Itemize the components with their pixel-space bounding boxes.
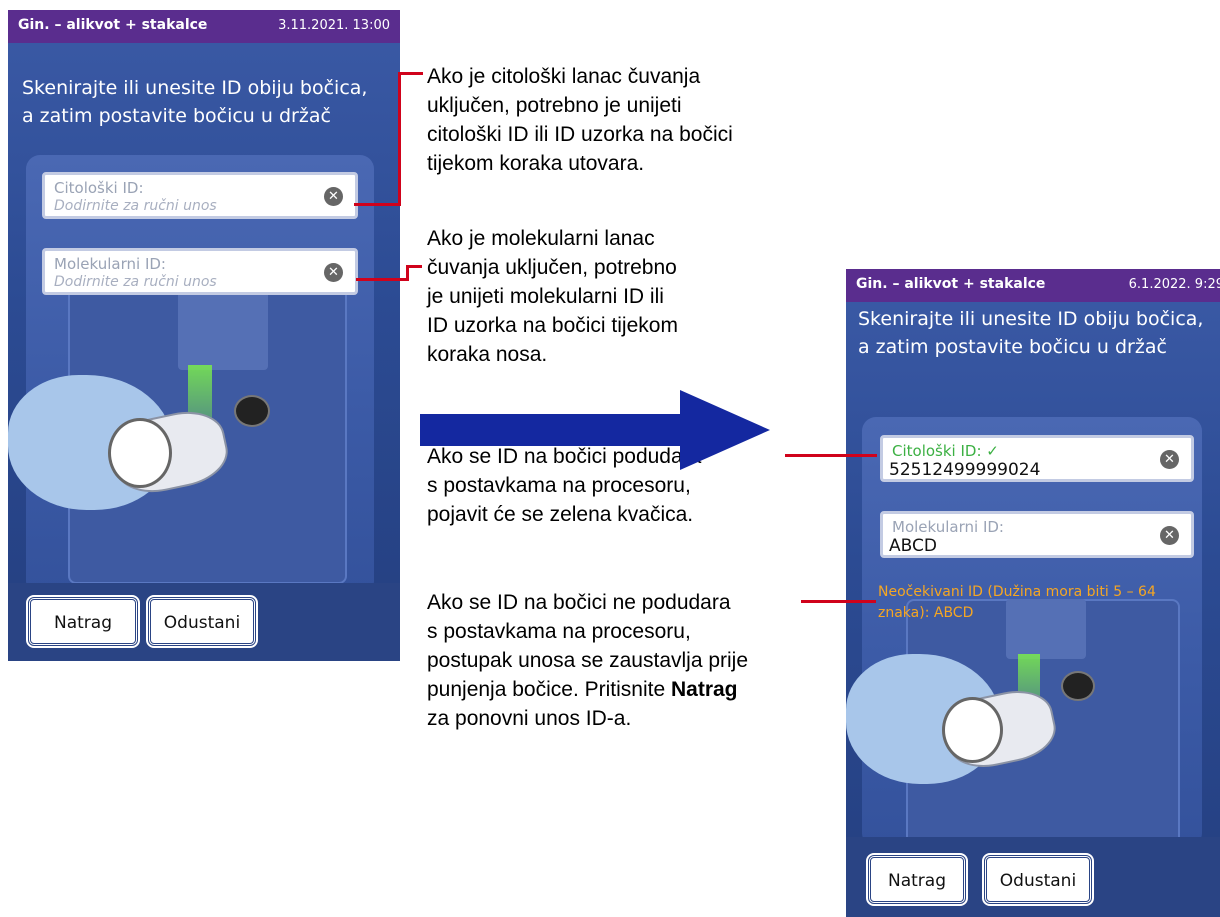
molecular-id-value: ABCD bbox=[889, 536, 937, 556]
instruction-text: Skenirajte ili unesite ID obiju bočica, … bbox=[22, 74, 392, 130]
callout-molecular-chain: Ako je molekularni lanac čuvanja uključe… bbox=[427, 224, 678, 369]
clear-icon[interactable]: ✕ bbox=[324, 263, 343, 282]
molecular-id-label: Molekularni ID: bbox=[54, 255, 166, 273]
cancel-button[interactable]: Odustani bbox=[146, 595, 258, 648]
bottom-bar: Natrag Odustani bbox=[8, 583, 400, 661]
vial-socket bbox=[234, 395, 270, 427]
vial-cap bbox=[108, 418, 172, 488]
callout-line: Ako se ID na bočici ne podudara bbox=[427, 591, 731, 614]
cytology-id-field[interactable]: Citološki ID: ✓ 52512499999024 ✕ bbox=[880, 435, 1194, 482]
title-bar: Gin. – alikvot + stakalce 6.1.2022. 9:29 bbox=[846, 269, 1220, 302]
connector-line bbox=[398, 72, 423, 75]
instruction-line-1: Skenirajte ili unesite ID obiju bočica, bbox=[22, 77, 368, 99]
callout-line: tijekom koraka utovara. bbox=[427, 152, 645, 175]
callout-line: je unijeti molekularni ID ili bbox=[427, 285, 664, 308]
connector-line bbox=[801, 600, 876, 603]
callout-line: citološki ID ili ID uzorka na bočici bbox=[427, 123, 733, 146]
screen-title: Gin. – alikvot + stakalce bbox=[856, 276, 1046, 292]
molecular-id-label: Molekularni ID: bbox=[892, 518, 1004, 536]
clear-icon[interactable]: ✕ bbox=[1160, 526, 1179, 545]
cytology-id-label: Citološki ID: bbox=[54, 179, 144, 197]
callout-line: Ako je molekularni lanac bbox=[427, 227, 655, 250]
callout-line: postupak unosa se zaustavlja prije bbox=[427, 649, 749, 672]
cytology-id-field[interactable]: Citološki ID: Dodirnite za ručni unos ✕ bbox=[42, 172, 358, 219]
back-button[interactable]: Natrag bbox=[866, 853, 968, 906]
molecular-id-field[interactable]: Molekularni ID: ABCD ✕ bbox=[880, 511, 1194, 558]
error-line-2: znaka): ABCD bbox=[878, 605, 974, 621]
clear-icon[interactable]: ✕ bbox=[1160, 450, 1179, 469]
callout-line: uključen, potrebno je unijeti bbox=[427, 94, 682, 117]
connector-line bbox=[354, 203, 401, 206]
instruction-line-2: a zatim postavite bočicu u držač bbox=[22, 105, 331, 127]
callout-line: za ponovni unos ID-a. bbox=[427, 707, 632, 730]
vial-cap bbox=[942, 697, 1003, 763]
callout-line: punjenja bočice. Pritisnite Natrag bbox=[427, 675, 748, 704]
screen-datetime: 3.11.2021. 13:00 bbox=[278, 18, 390, 33]
cytology-id-hint: Dodirnite za ručni unos bbox=[54, 198, 217, 214]
back-button[interactable]: Natrag bbox=[26, 595, 140, 648]
cytology-id-value: 52512499999024 bbox=[889, 460, 1041, 480]
error-line-1: Neočekivani ID (Dužina mora biti 5 – 64 bbox=[878, 584, 1156, 600]
molecular-id-field[interactable]: Molekularni ID: Dodirnite za ručni unos … bbox=[42, 248, 358, 295]
callout-line: Ako je citološki lanac čuvanja bbox=[427, 65, 701, 88]
callout-line: pojavit će se zelena kvačica. bbox=[427, 503, 694, 526]
callout-line: s postavkama na procesoru, bbox=[427, 474, 691, 497]
callout-line: čuvanja uključen, potrebno bbox=[427, 256, 677, 279]
vial-socket bbox=[1061, 671, 1095, 701]
instruction-line-1: Skenirajte ili unesite ID obiju bočica, bbox=[858, 308, 1204, 330]
left-screen: Gin. – alikvot + stakalce 3.11.2021. 13:… bbox=[8, 10, 400, 661]
bottom-bar: Natrag Odustani bbox=[846, 837, 1220, 917]
callout-line: koraka nosa. bbox=[427, 343, 548, 366]
screen-datetime: 6.1.2022. 9:29 bbox=[1128, 277, 1220, 292]
error-message: Neočekivani ID (Dužina mora biti 5 – 64 … bbox=[878, 582, 1218, 624]
molecular-id-hint: Dodirnite za ručni unos bbox=[54, 274, 217, 290]
cytology-id-label: Citološki ID: ✓ bbox=[892, 442, 999, 460]
right-screen: Gin. – alikvot + stakalce 6.1.2022. 9:29… bbox=[846, 269, 1220, 917]
instruction-line-2: a zatim postavite bočicu u držač bbox=[858, 336, 1167, 358]
callout-line: ID uzorka na bočici tijekom bbox=[427, 314, 678, 337]
connector-line bbox=[356, 278, 409, 281]
clear-icon[interactable]: ✕ bbox=[324, 187, 343, 206]
connector-line bbox=[785, 454, 877, 457]
callout-cytology-chain: Ako je citološki lanac čuvanja uključen,… bbox=[427, 62, 733, 178]
cancel-button[interactable]: Odustani bbox=[982, 853, 1094, 906]
instruction-text: Skenirajte ili unesite ID obiju bočica, … bbox=[858, 305, 1220, 361]
right-arrow-icon bbox=[420, 390, 770, 470]
connector-line bbox=[398, 72, 401, 206]
title-bar: Gin. – alikvot + stakalce 3.11.2021. 13:… bbox=[8, 10, 400, 43]
callout-no-match: Ako se ID na bočici ne podudara s postav… bbox=[427, 588, 748, 733]
callout-text: punjenja bočice. Pritisnite bbox=[427, 678, 671, 701]
checkmark-icon: ✓ bbox=[986, 442, 999, 460]
callout-bold-word: Natrag bbox=[670, 678, 738, 701]
screen-title: Gin. – alikvot + stakalce bbox=[18, 17, 208, 33]
callout-line: s postavkama na procesoru, bbox=[427, 620, 691, 643]
